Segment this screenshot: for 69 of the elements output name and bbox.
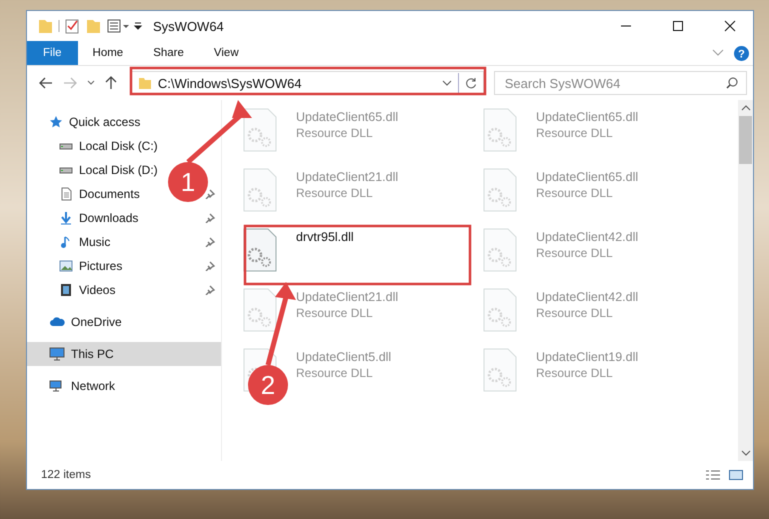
chevron-icon[interactable]: [712, 49, 724, 57]
film-icon: [59, 283, 73, 297]
scrollbar[interactable]: [738, 100, 753, 461]
pin-icon[interactable]: [205, 237, 215, 247]
dll-file-icon: [482, 288, 518, 332]
sidebar-item[interactable]: Quick access: [27, 110, 221, 134]
step-number-badge: 2: [248, 365, 288, 405]
ribbon-tab[interactable]: Share: [138, 41, 199, 65]
sidebar-item[interactable]: Pictures: [27, 254, 221, 278]
pin-icon[interactable]: [205, 213, 215, 223]
sidebar-item[interactable]: Music: [27, 230, 221, 254]
details-view-icon[interactable]: [705, 469, 721, 481]
document-icon: [59, 187, 73, 201]
dll-file-icon: [242, 288, 278, 332]
dll-file-icon: [482, 168, 518, 212]
window-title: SysWOW64: [153, 18, 224, 34]
dropdown-caret-icon[interactable]: [86, 80, 95, 86]
callout-arrow: [186, 100, 252, 164]
dll-file-icon: [482, 348, 518, 392]
download-arrow-icon: [59, 211, 73, 225]
pin-icon[interactable]: [205, 261, 215, 271]
up-arrow-icon[interactable]: [104, 76, 117, 90]
scroll-down-icon[interactable]: [740, 449, 750, 457]
monitor-icon: [49, 347, 65, 361]
sidebar-item[interactable]: Downloads: [27, 206, 221, 230]
file-type: Resource DLL: [296, 306, 374, 320]
file-type: Resource DLL: [536, 246, 614, 260]
dll-file-icon: [482, 108, 518, 152]
sidebar-item[interactable]: Network: [27, 374, 221, 398]
pin-icon[interactable]: [205, 285, 215, 295]
scroll-thumb[interactable]: [739, 116, 752, 164]
file-type: Resource DLL: [536, 306, 614, 320]
file-type: Resource DLL: [536, 126, 614, 140]
help-icon[interactable]: ?: [734, 46, 749, 60]
search-box[interactable]: Search SysWOW64: [494, 71, 747, 95]
dll-file-icon: [482, 228, 518, 272]
dll-file-icon: [242, 108, 278, 152]
file-type: Resource DLL: [296, 186, 374, 200]
file-type: Resource DLL: [296, 366, 374, 380]
back-arrow-icon[interactable]: [39, 77, 53, 89]
search-icon[interactable]: [726, 77, 738, 89]
ribbon-tab[interactable]: View: [198, 41, 254, 65]
dll-file-icon: [242, 228, 278, 272]
maximize-icon[interactable]: [672, 20, 684, 32]
sidebar-item[interactable]: Videos: [27, 278, 221, 302]
scroll-up-icon[interactable]: [740, 104, 750, 112]
picture-icon: [59, 259, 73, 273]
large-icons-view-icon[interactable]: [729, 469, 743, 481]
folder-icon: [138, 76, 152, 90]
sidebar-item[interactable]: This PC: [27, 342, 221, 366]
file-type: Resource DLL: [536, 186, 614, 200]
item-count: 122 items: [41, 469, 91, 481]
cloud-icon: [49, 316, 65, 328]
ribbon-tab[interactable]: File: [27, 41, 78, 65]
address-bar[interactable]: C:\Windows\SysWOW64: [130, 71, 484, 95]
file-name[interactable]: drvtr95l.dll: [296, 230, 354, 244]
ribbon-tab[interactable]: Home: [78, 41, 138, 65]
dropdown-caret-icon[interactable]: [442, 80, 452, 86]
file-type: Resource DLL: [536, 366, 614, 380]
close-icon[interactable]: [724, 20, 736, 32]
refresh-icon[interactable]: [464, 77, 477, 89]
dll-file-icon: [242, 168, 278, 212]
star-icon: [49, 115, 63, 129]
file-type: Resource DLL: [296, 126, 374, 140]
sidebar-item[interactable]: OneDrive: [27, 310, 221, 334]
pin-icon[interactable]: [205, 189, 215, 199]
address-path: C:\Windows\SysWOW64: [158, 76, 303, 90]
step-number-badge: 1: [168, 162, 208, 202]
sidebar-item[interactable]: Local Disk (C:): [27, 134, 221, 158]
